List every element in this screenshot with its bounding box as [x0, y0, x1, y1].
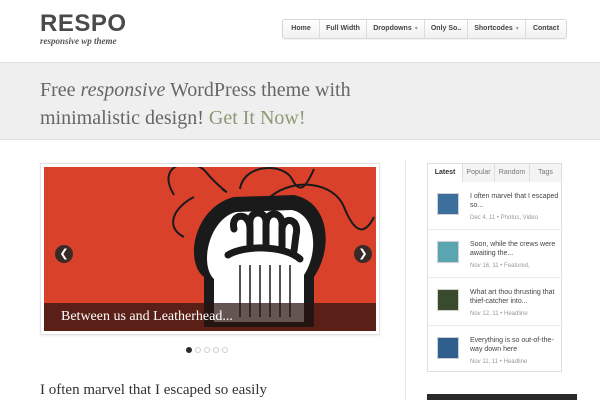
post-link[interactable]: Soon, while the crews were awaiting the.…	[470, 240, 560, 258]
chevron-left-icon[interactable]: ❮	[55, 245, 73, 263]
post-thumbnail[interactable]	[437, 289, 459, 311]
list-item: Everything is so out-of-the-way down her…	[428, 326, 563, 374]
nav-item-home[interactable]: Home	[283, 20, 320, 38]
site-logo[interactable]: RESPO responsive wp theme	[40, 12, 127, 47]
slider-dot[interactable]	[204, 347, 210, 353]
post-thumbnail[interactable]	[437, 241, 459, 263]
slider-dot[interactable]	[222, 347, 228, 353]
post-title[interactable]: I often marvel that I escaped so easily	[40, 382, 267, 399]
nav-item-label: Shortcodes	[474, 25, 513, 32]
tab-tags[interactable]: Tags	[530, 164, 561, 182]
get-it-now-link[interactable]: Get It Now!	[209, 107, 306, 129]
hero-text-part1: Free	[40, 79, 81, 101]
nav-item-full[interactable]: Full Width	[320, 20, 367, 38]
post-meta: Nov 11, 11 • Headline	[470, 359, 528, 365]
post-thumbnail[interactable]	[437, 193, 459, 215]
logo-tagline: responsive wp theme	[40, 36, 117, 46]
tab-latest[interactable]: Latest	[428, 164, 463, 182]
chevron-right-icon[interactable]: ❯	[354, 245, 372, 263]
slider-pagination	[186, 347, 228, 353]
list-item: Soon, while the crews were awaiting the.…	[428, 230, 563, 278]
next-widget-edge	[427, 394, 577, 400]
image-slider: ❮ ❯ Between us and Leatherhead...	[40, 163, 380, 335]
latest-posts-widget: I often marvel that I escaped so... Dec 4…	[427, 182, 563, 374]
hero-headline: Free responsive WordPress theme with min…	[40, 76, 400, 132]
post-link[interactable]: What art thou thrusting that thief-catch…	[470, 288, 560, 306]
post-meta: Dec 4, 11 • Photos, Video	[470, 215, 538, 221]
nav-item-label: Full Width	[326, 25, 360, 32]
list-item: I often marvel that I escaped so... Dec 4…	[428, 182, 563, 230]
nav-item-label: Contact	[532, 25, 560, 32]
main-navigation: Home Full Width Dropdowns ▾ Only So.. Shortco…	[282, 19, 567, 39]
post-link[interactable]: Everything is so out-of-the-way down her…	[470, 336, 560, 354]
post-meta: Nov 12, 11 • Headline	[470, 311, 528, 317]
caret-down-icon: ▾	[515, 26, 519, 32]
post-meta: Nov 16, 11 • Featured,	[470, 263, 530, 269]
tab-random[interactable]: Random	[495, 164, 530, 182]
hero-band: Free responsive WordPress theme with min…	[0, 62, 600, 140]
slider-dot[interactable]	[195, 347, 201, 353]
logo-title[interactable]: RESPO	[40, 12, 127, 36]
nav-item-drop[interactable]: Dropdowns ▾	[367, 20, 425, 38]
post-link[interactable]: I often marvel that I escaped so...	[470, 192, 560, 210]
nav-item-only[interactable]: Only So..	[425, 20, 468, 38]
caret-down-icon: ▾	[414, 26, 418, 32]
slider-dot[interactable]	[186, 347, 192, 353]
site-header: RESPO responsive wp theme Home Full Width…	[0, 0, 600, 60]
sidebar-tabs: Latest Popular Random Tags	[427, 163, 562, 183]
nav-item-contact[interactable]: Contact	[526, 20, 566, 38]
sidebar-divider	[405, 160, 406, 400]
hero-emphasis: responsive	[80, 79, 166, 101]
nav-item-label: Home	[291, 25, 311, 32]
nav-item-label: Dropdowns	[373, 25, 412, 32]
post-thumbnail[interactable]	[437, 337, 459, 359]
nav-item-label: Only So..	[430, 25, 462, 32]
slide-caption[interactable]: Between us and Leatherhead...	[44, 303, 376, 331]
slide-image[interactable]: ❮ ❯ Between us and Leatherhead...	[44, 167, 376, 331]
tab-popular[interactable]: Popular	[463, 164, 495, 182]
list-item: What art thou thrusting that thief-catch…	[428, 278, 563, 326]
nav-item-short[interactable]: Shortcodes ▾	[468, 20, 526, 38]
slider-dot[interactable]	[213, 347, 219, 353]
